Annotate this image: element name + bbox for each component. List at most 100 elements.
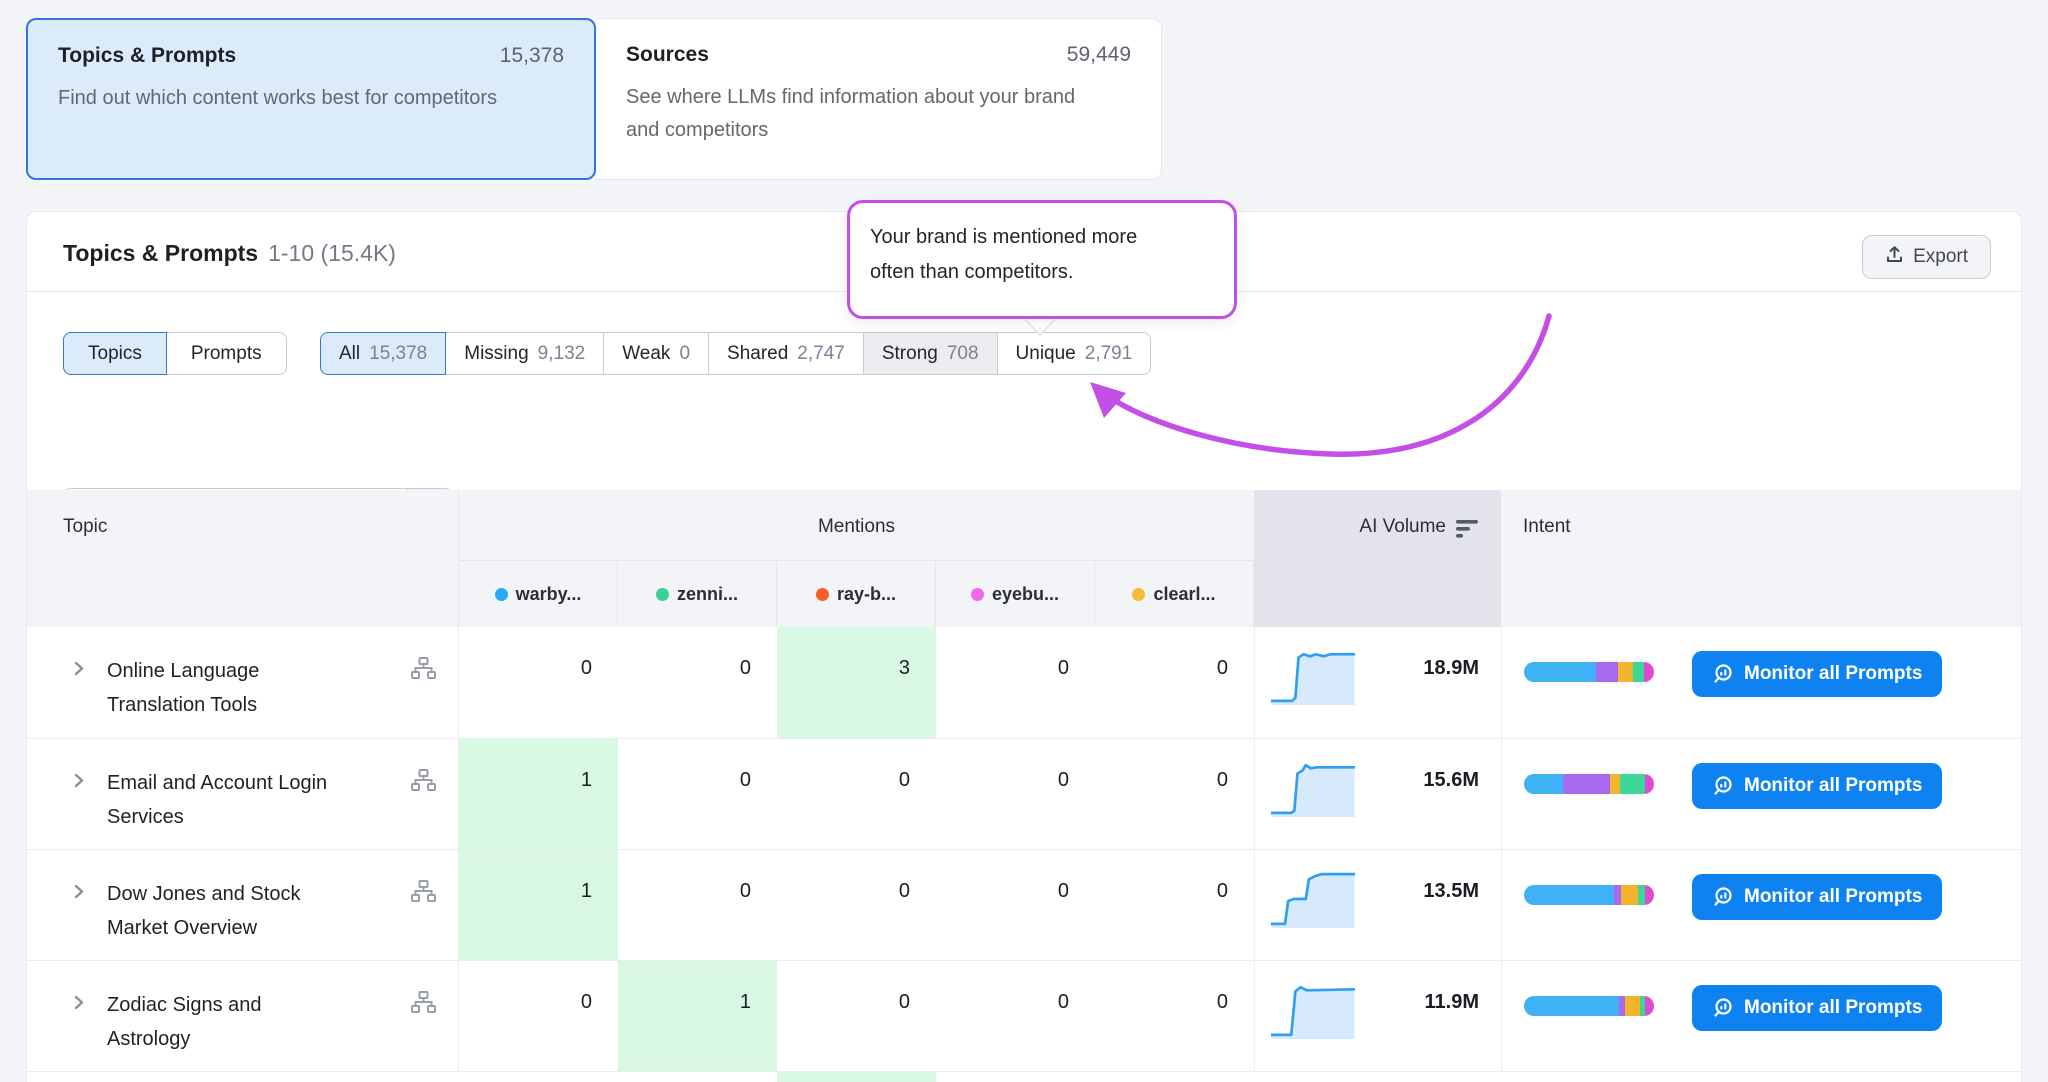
brand-name: zenni... xyxy=(677,584,738,605)
expand-chevron-icon[interactable] xyxy=(69,771,88,795)
export-button[interactable]: Export xyxy=(1862,235,1991,279)
card-count: 59,449 xyxy=(1067,43,1131,67)
brand-column-2[interactable]: zenni... xyxy=(618,561,777,627)
segment-label: Strong xyxy=(882,343,938,365)
ai-volume-value: 11.9M xyxy=(1355,961,1501,1071)
intent-segment-blue xyxy=(1524,662,1596,682)
mention-count: 0 xyxy=(936,850,1095,960)
brand-column-5[interactable]: clearl... xyxy=(1095,561,1254,627)
monitor-button-label: Monitor all Prompts xyxy=(1744,663,1922,685)
toggle-prompts[interactable]: Prompts xyxy=(166,332,287,375)
monitor-all-prompts-button[interactable]: Monitor all Prompts xyxy=(1692,763,1942,809)
column-header-topic: Topic xyxy=(27,490,459,627)
segment-count: 2,791 xyxy=(1085,343,1133,365)
brand-column-4[interactable]: eyebu... xyxy=(936,561,1095,627)
expand-chevron-icon[interactable] xyxy=(69,882,88,906)
intent-cell: Monitor all Prompts xyxy=(1501,627,2023,738)
annotation-tooltip: Your brand is mentioned more often than … xyxy=(847,200,1237,319)
column-header-intent: Intent xyxy=(1501,490,2023,627)
mention-count: 0 xyxy=(618,627,777,738)
sitemap-icon[interactable] xyxy=(411,657,436,684)
card-title: Sources xyxy=(626,43,709,67)
filter-controls: TopicsPrompts All15,378Missing9,132Weak0… xyxy=(27,292,2021,490)
brand-color-dot xyxy=(1132,588,1145,601)
mention-count: 0 xyxy=(1095,627,1254,738)
table-row[interactable]: Zodiac Signs and Astrology0100011.9MMoni… xyxy=(27,960,2021,1071)
topic-name[interactable]: Zodiac Signs and Astrology xyxy=(107,988,337,1056)
mention-count: 0 xyxy=(459,961,618,1071)
brand-name: ray-b... xyxy=(837,584,896,605)
column-header-ai-volume[interactable]: AI Volume xyxy=(1254,490,1501,627)
topic-name[interactable]: Online Language Translation Tools xyxy=(107,654,337,722)
table-row[interactable]: Online Language Translation Tools0030018… xyxy=(27,627,2021,738)
brand-column-3[interactable]: ray-b... xyxy=(777,561,936,627)
sitemap-icon[interactable] xyxy=(411,991,436,1018)
ai-volume-cell: 15.6M xyxy=(1254,739,1501,849)
intent-distribution-bar[interactable] xyxy=(1524,996,1654,1016)
sitemap-icon[interactable] xyxy=(411,880,436,907)
intent-segment-green xyxy=(1620,774,1645,794)
mention-count-highlight xyxy=(777,1072,936,1082)
filter-shared[interactable]: Shared 2,747 xyxy=(708,332,864,375)
monitor-all-prompts-button[interactable]: Monitor all Prompts xyxy=(1692,985,1942,1031)
intent-segment-yellow xyxy=(1621,885,1638,905)
expand-chevron-icon[interactable] xyxy=(69,993,88,1017)
tab-card-sources[interactable]: Sources 59,449 See where LLMs find infor… xyxy=(596,18,1162,180)
segment-label: Unique xyxy=(1016,343,1076,365)
expand-chevron-icon[interactable] xyxy=(69,659,88,683)
intent-segment-purple xyxy=(1596,662,1618,682)
intent-distribution-bar[interactable] xyxy=(1524,662,1654,682)
table-row-partial xyxy=(27,1071,2021,1082)
brand-color-dot xyxy=(971,588,984,601)
intent-segment-blue xyxy=(1524,774,1563,794)
tab-card-topics-prompts[interactable]: Topics & Prompts 15,378 Find out which c… xyxy=(26,18,596,180)
filter-unique[interactable]: Unique 2,791 xyxy=(997,332,1152,375)
intent-distribution-bar[interactable] xyxy=(1524,774,1654,794)
mention-count: 0 xyxy=(459,627,618,738)
segment-count: 9,132 xyxy=(538,343,586,365)
monitor-all-prompts-button[interactable]: Monitor all Prompts xyxy=(1692,651,1942,697)
intent-segment-magenta xyxy=(1645,774,1654,794)
page-title: Topics & Prompts xyxy=(63,240,258,266)
monitor-magnifier-icon xyxy=(1712,663,1734,685)
brand-color-dot xyxy=(495,588,508,601)
brand-column-1[interactable]: warby... xyxy=(459,561,618,627)
monitor-magnifier-icon xyxy=(1712,775,1734,797)
intent-segment-magenta xyxy=(1645,996,1654,1016)
column-header-mentions: Mentions xyxy=(459,490,1254,561)
filter-weak[interactable]: Weak0 xyxy=(603,332,709,375)
intent-cell: Monitor all Prompts xyxy=(1501,739,2023,849)
intent-distribution-bar[interactable] xyxy=(1524,885,1654,905)
mention-count: 0 xyxy=(1095,961,1254,1071)
ai-volume-sparkline xyxy=(1271,870,1355,928)
ai-volume-cell: 18.9M xyxy=(1254,627,1501,738)
monitor-magnifier-icon xyxy=(1712,997,1734,1019)
topic-name[interactable]: Dow Jones and Stock Market Overview xyxy=(107,877,337,945)
intent-cell: Monitor all Prompts xyxy=(1501,961,2023,1071)
table-body: Online Language Translation Tools0030018… xyxy=(27,627,2021,1082)
filter-missing[interactable]: Missing9,132 xyxy=(445,332,604,375)
filter-strong[interactable]: Strong708 xyxy=(863,332,998,375)
mention-strength-filters: All15,378Missing9,132Weak0 Shared 2,747 Str… xyxy=(320,332,1151,375)
export-icon xyxy=(1885,245,1904,270)
segment-label: Shared xyxy=(727,343,788,365)
mention-count: 1 xyxy=(459,739,618,849)
intent-segment-blue xyxy=(1524,996,1619,1016)
intent-segment-purple xyxy=(1614,885,1622,905)
mention-count: 0 xyxy=(618,850,777,960)
topic-name[interactable]: Email and Account Login Services xyxy=(107,766,337,834)
ai-volume-value: 15.6M xyxy=(1355,739,1501,849)
mention-count: 0 xyxy=(777,961,936,1071)
segment-count: 2,747 xyxy=(797,343,845,365)
mention-count: 0 xyxy=(777,739,936,849)
monitor-all-prompts-button[interactable]: Monitor all Prompts xyxy=(1692,874,1942,920)
monitor-magnifier-icon xyxy=(1712,886,1734,908)
intent-segment-yellow xyxy=(1610,774,1620,794)
intent-segment-blue xyxy=(1524,885,1614,905)
table-row[interactable]: Dow Jones and Stock Market Overview10000… xyxy=(27,849,2021,960)
intent-segment-yellow xyxy=(1618,662,1634,682)
toggle-topics[interactable]: Topics xyxy=(63,332,167,375)
filter-all[interactable]: All15,378 xyxy=(320,332,446,375)
sitemap-icon[interactable] xyxy=(411,769,436,796)
table-row[interactable]: Email and Account Login Services1000015.… xyxy=(27,738,2021,849)
